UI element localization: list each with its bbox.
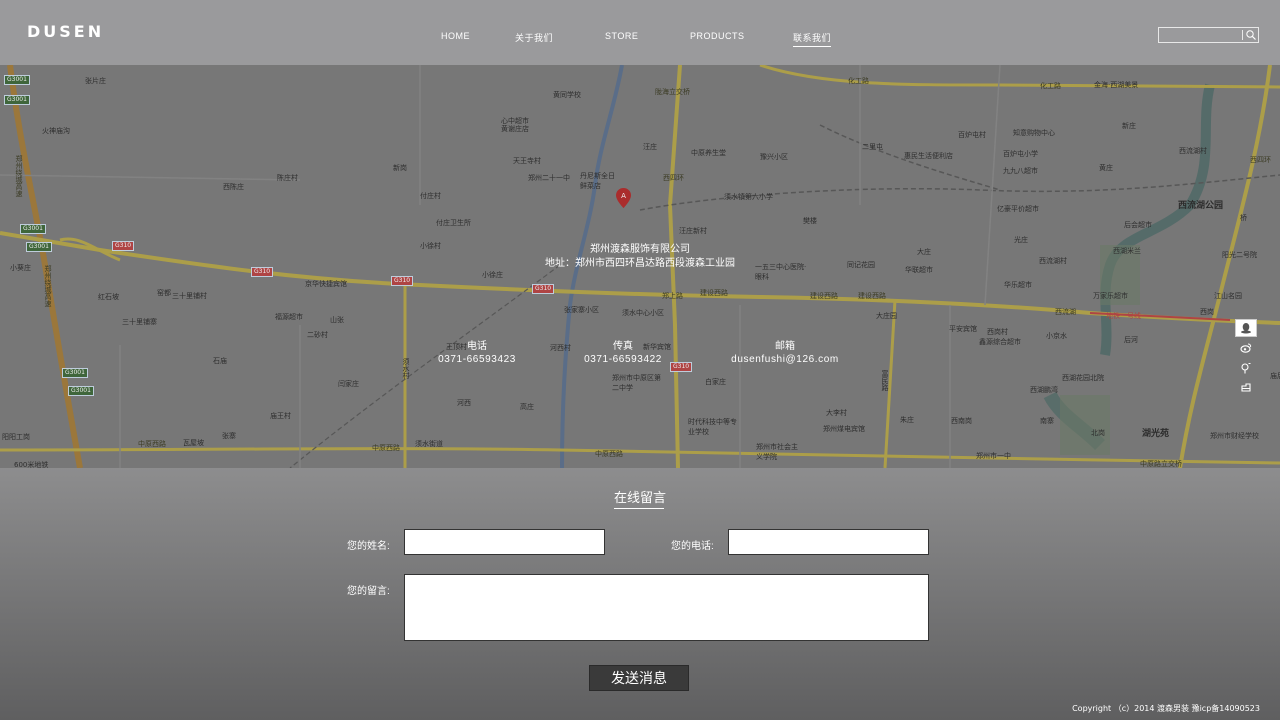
message-form-section: 在线留言 您的姓名: 您的电话: 您的留言: 发送消息 Copyright （c…: [0, 468, 1280, 720]
nav-products[interactable]: PRODUCTS: [690, 31, 745, 41]
phone-field[interactable]: [728, 529, 929, 555]
contact-phone-value: 0371-66593423: [438, 354, 516, 365]
contact-fax: 传真 0371-66593422: [553, 337, 693, 365]
search-input[interactable]: [1161, 29, 1241, 41]
qq-icon: [1241, 323, 1251, 334]
company-info: 郑州渡森服饰有限公司 地址：郑州市西四环昌达路西段渡森工业园: [0, 243, 1280, 271]
nav-contact[interactable]: 联系我们: [793, 31, 832, 47]
send-message-button[interactable]: 发送消息: [589, 665, 689, 691]
weibo-icon: [1240, 343, 1252, 353]
message-form-title: 在线留言: [613, 490, 666, 505]
name-label: 您的姓名:: [347, 541, 390, 552]
main-nav: HOME 关于我们 STORE PRODUCTS 联系我们: [0, 31, 1280, 47]
nav-about[interactable]: 关于我们: [515, 31, 553, 44]
company-name: 郑州渡森服饰有限公司: [590, 244, 690, 255]
phone-label: 您的电话:: [671, 541, 714, 552]
contact-email: 邮箱 dusenfushi@126.com: [715, 337, 855, 365]
search-icon[interactable]: [1245, 29, 1257, 41]
tencent-weibo-icon: [1241, 383, 1251, 392]
message-textarea[interactable]: [404, 574, 929, 641]
site-header: DUSEN HOME 关于我们 STORE PRODUCTS 联系我们: [0, 0, 1280, 65]
contact-phone: 电话 0371-66593423: [407, 337, 547, 365]
contact-email-value: dusenfushi@126.com: [731, 354, 839, 365]
location-map[interactable]: 陇海立交桥 化工路 化工路 金海·西湖美景 西四环 西四环 建设西路 建设西路 …: [0, 65, 1280, 468]
name-field[interactable]: [404, 529, 605, 555]
contact-fax-label: 传真: [613, 341, 633, 352]
title-underline: [614, 508, 664, 509]
company-address: 地址：郑州市西四环昌达路西段渡森工业园: [545, 258, 735, 269]
share-qzone-button[interactable]: [1235, 359, 1257, 377]
share-toolbar: [1235, 319, 1259, 399]
search-box: [1158, 27, 1259, 43]
message-label: 您的留言:: [347, 586, 390, 597]
contact-email-label: 邮箱: [775, 341, 795, 352]
contact-phone-label: 电话: [467, 341, 487, 352]
nav-home[interactable]: HOME: [441, 31, 470, 41]
share-qq-button[interactable]: [1235, 319, 1257, 337]
qzone-icon: [1241, 363, 1251, 374]
contact-fax-value: 0371-66593422: [584, 354, 662, 365]
share-weibo-button[interactable]: [1235, 339, 1257, 357]
nav-store[interactable]: STORE: [605, 31, 638, 41]
search-separator: [1242, 30, 1243, 40]
copyright-text: Copyright （c）2014 渡森男装 豫icp备14090523: [1072, 704, 1260, 713]
share-tencent-weibo-button[interactable]: [1235, 379, 1257, 397]
